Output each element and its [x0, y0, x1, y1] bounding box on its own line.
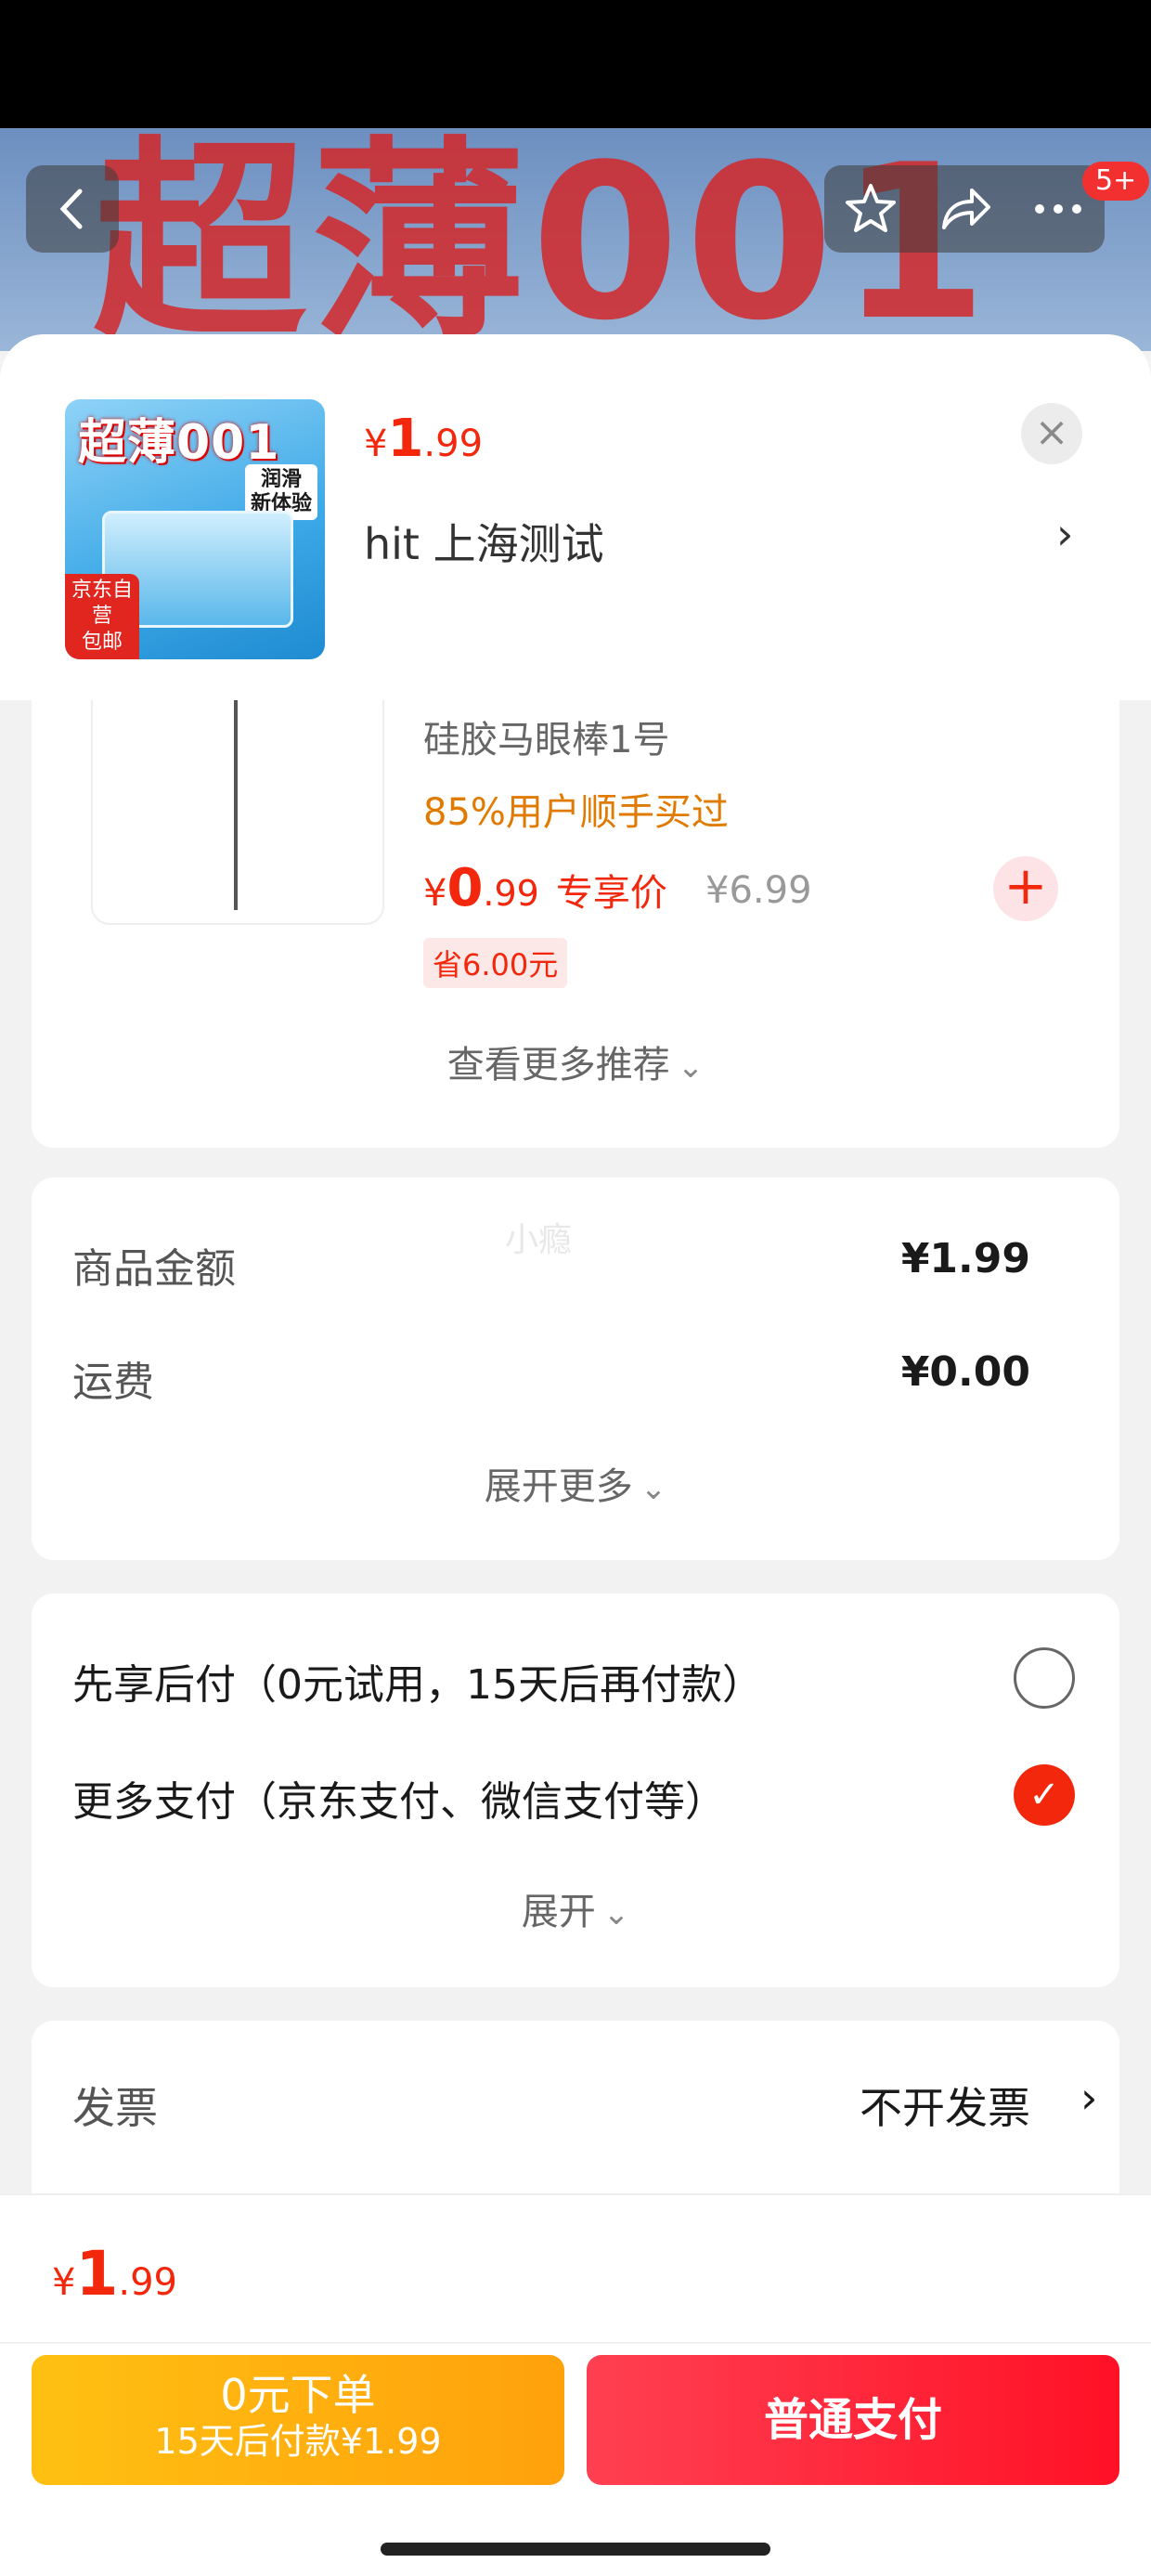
- total-price: ¥1.99: [52, 2238, 177, 2309]
- header-price: ¥1.99: [364, 409, 483, 469]
- normal-pay-button[interactable]: 普通支付: [587, 2355, 1119, 2485]
- recommend-saving-badge: 省6.00元: [423, 938, 568, 988]
- more-recommend-link[interactable]: 查看更多推荐 ⌄: [32, 1034, 1119, 1088]
- recommend-price-label: 专享价: [555, 872, 667, 915]
- amount-card: 小瘾 商品金额 ¥1.99 运费 ¥0.00 展开更多 ⌄: [32, 1177, 1119, 1560]
- recommend-purchase-rate: 85%用户顺手买过: [423, 791, 729, 834]
- product-banner: 超薄001 5+: [0, 128, 1151, 351]
- expand-payment-label: 展开: [521, 1891, 596, 1933]
- goods-amount-label: 商品金额: [72, 1245, 236, 1293]
- chevron-down-icon: ⌄: [677, 1048, 705, 1086]
- total-price-currency: ¥: [52, 2261, 76, 2304]
- more-payment-option[interactable]: 更多支付（京东支付、微信支付等）: [72, 1768, 726, 1828]
- chevron-left-icon: [59, 189, 83, 229]
- top-actions: [824, 165, 1105, 253]
- close-button[interactable]: ×: [1021, 403, 1082, 464]
- share-icon[interactable]: [937, 181, 992, 237]
- header-price-int: 1: [387, 409, 424, 469]
- goods-amount-value: ¥1.99: [900, 1235, 1030, 1282]
- home-indicator: [381, 2543, 770, 2556]
- recommend-price-currency: ¥: [423, 872, 447, 915]
- chevron-down-icon: ⌄: [640, 1470, 667, 1507]
- message-count-badge: 5+: [1082, 162, 1150, 201]
- pay-later-button-title: 0元下单: [220, 2370, 376, 2420]
- shipping-address[interactable]: hit 上海测试: [364, 511, 604, 572]
- chevron-down-icon: ⌄: [602, 1895, 630, 1932]
- total-price-dec: .99: [118, 2261, 178, 2304]
- add-recommend-button[interactable]: +: [993, 856, 1058, 921]
- recommend-card: 硅胶马眼棒1号 85%用户顺手买过 ¥0.99 专享价 ¥6.99 省6.00元 …: [32, 700, 1119, 1148]
- checkout-footer: ¥1.99 0元下单 15天后付款¥1.99 普通支付: [0, 2193, 1151, 2576]
- star-icon[interactable]: [843, 181, 899, 237]
- footer-divider: [0, 2342, 1151, 2344]
- invoice-value: 不开发票: [860, 2083, 1030, 2133]
- more-recommend-label: 查看更多推荐: [446, 1044, 670, 1086]
- chevron-right-icon: ›: [1080, 2073, 1098, 2123]
- header-price-dec: .99: [423, 423, 484, 465]
- payment-card: 先享后付（0元试用，15天后再付款） 更多支付（京东支付、微信支付等） ✓ 展开…: [32, 1594, 1119, 1987]
- watermark-text: 小瘾: [505, 1221, 573, 1259]
- header-price-currency: ¥: [364, 423, 388, 465]
- invoice-label: 发票: [72, 2083, 158, 2133]
- recommend-price-dec: .99: [483, 873, 539, 914]
- thumb-tag-line1: 润滑: [260, 468, 302, 491]
- thumb-corner-line1: 京东自营: [71, 579, 133, 628]
- product-thumbnail: 超薄001 润滑 新体验 京东自营 包邮: [65, 399, 325, 659]
- sheet-header: 超薄001 润滑 新体验 京东自营 包邮 ¥1.99 hit 上海测试 › ×: [0, 334, 1151, 700]
- total-price-int: 1: [75, 2238, 119, 2309]
- thumb-title: 超薄001: [78, 415, 280, 471]
- recommend-image-content: [234, 700, 238, 910]
- expand-payment-link[interactable]: 展开 ⌄: [32, 1881, 1119, 1935]
- expand-more-label: 展开更多: [484, 1465, 633, 1508]
- more-dots-icon[interactable]: [1030, 181, 1086, 237]
- back-button[interactable]: [26, 165, 119, 253]
- thumb-corner-badge: 京东自营 包邮: [65, 574, 139, 659]
- pay-later-option[interactable]: 先享后付（0元试用，15天后再付款）: [72, 1651, 763, 1711]
- status-bar: [0, 0, 1151, 128]
- shipping-fee-value: ¥0.00: [900, 1348, 1030, 1396]
- recommend-original-price: ¥6.99: [705, 869, 812, 912]
- recommend-price-int: 0: [446, 858, 484, 918]
- expand-more-link[interactable]: 展开更多 ⌄: [32, 1456, 1119, 1510]
- pay-later-button[interactable]: 0元下单 15天后付款¥1.99: [32, 2355, 564, 2485]
- thumb-corner-line2: 包邮: [81, 631, 123, 654]
- chevron-right-icon[interactable]: ›: [1056, 509, 1073, 559]
- pay-later-button-subtitle: 15天后付款¥1.99: [154, 2421, 442, 2462]
- plus-icon: +: [1003, 856, 1048, 917]
- shipping-fee-label: 运费: [72, 1359, 154, 1406]
- recommend-product-name[interactable]: 硅胶马眼棒1号: [423, 709, 669, 763]
- check-icon: ✓: [1028, 1774, 1060, 1816]
- recommend-price: ¥0.99 专享价: [423, 858, 667, 918]
- recommend-product-image: [91, 700, 384, 925]
- pay-later-radio[interactable]: [1014, 1647, 1075, 1709]
- more-payment-radio[interactable]: ✓: [1014, 1764, 1075, 1826]
